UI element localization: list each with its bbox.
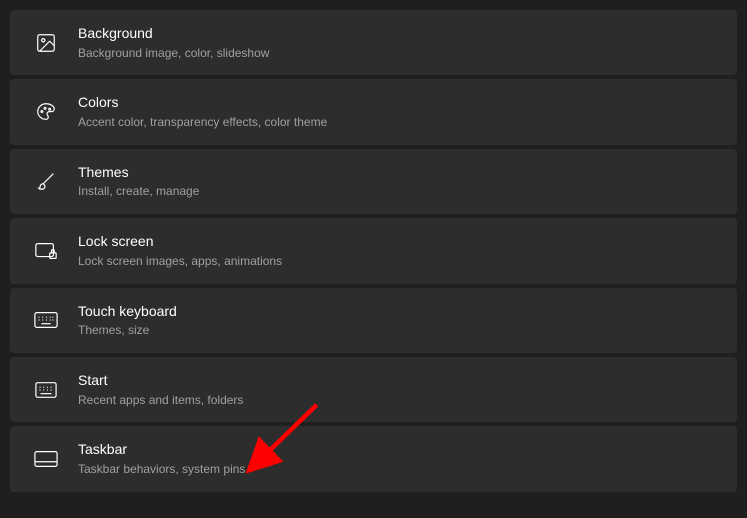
settings-item-subtitle: Taskbar behaviors, system pins [78,461,245,478]
settings-item-text: Themes Install, create, manage [78,163,199,200]
settings-item-themes[interactable]: Themes Install, create, manage [10,149,737,214]
settings-item-subtitle: Install, create, manage [78,183,199,200]
image-icon [26,32,66,54]
settings-item-background[interactable]: Background Background image, color, slid… [10,10,737,75]
settings-item-touchkeyboard[interactable]: Touch keyboard Themes, size [10,288,737,353]
settings-item-title: Background [78,24,269,44]
start-menu-icon [26,381,66,399]
settings-item-start[interactable]: Start Recent apps and items, folders [10,357,737,422]
settings-item-title: Lock screen [78,232,282,252]
settings-item-text: Taskbar Taskbar behaviors, system pins [78,440,245,477]
settings-item-subtitle: Lock screen images, apps, animations [78,253,282,270]
settings-item-taskbar[interactable]: Taskbar Taskbar behaviors, system pins [10,426,737,491]
settings-item-title: Touch keyboard [78,302,177,322]
settings-item-subtitle: Accent color, transparency effects, colo… [78,114,327,131]
settings-item-title: Taskbar [78,440,245,460]
settings-item-lockscreen[interactable]: Lock screen Lock screen images, apps, an… [10,218,737,283]
brush-icon [26,170,66,192]
settings-item-subtitle: Themes, size [78,322,177,339]
lock-screen-icon [26,240,66,262]
settings-item-text: Touch keyboard Themes, size [78,302,177,339]
settings-item-title: Themes [78,163,199,183]
settings-item-text: Colors Accent color, transparency effect… [78,93,327,130]
keyboard-icon [26,311,66,329]
settings-item-text: Lock screen Lock screen images, apps, an… [78,232,282,269]
settings-item-title: Start [78,371,243,391]
settings-item-text: Background Background image, color, slid… [78,24,269,61]
settings-item-subtitle: Recent apps and items, folders [78,392,243,409]
settings-item-title: Colors [78,93,327,113]
settings-item-subtitle: Background image, color, slideshow [78,45,269,62]
settings-item-text: Start Recent apps and items, folders [78,371,243,408]
settings-item-colors[interactable]: Colors Accent color, transparency effect… [10,79,737,144]
palette-icon [26,101,66,123]
taskbar-icon [26,450,66,468]
